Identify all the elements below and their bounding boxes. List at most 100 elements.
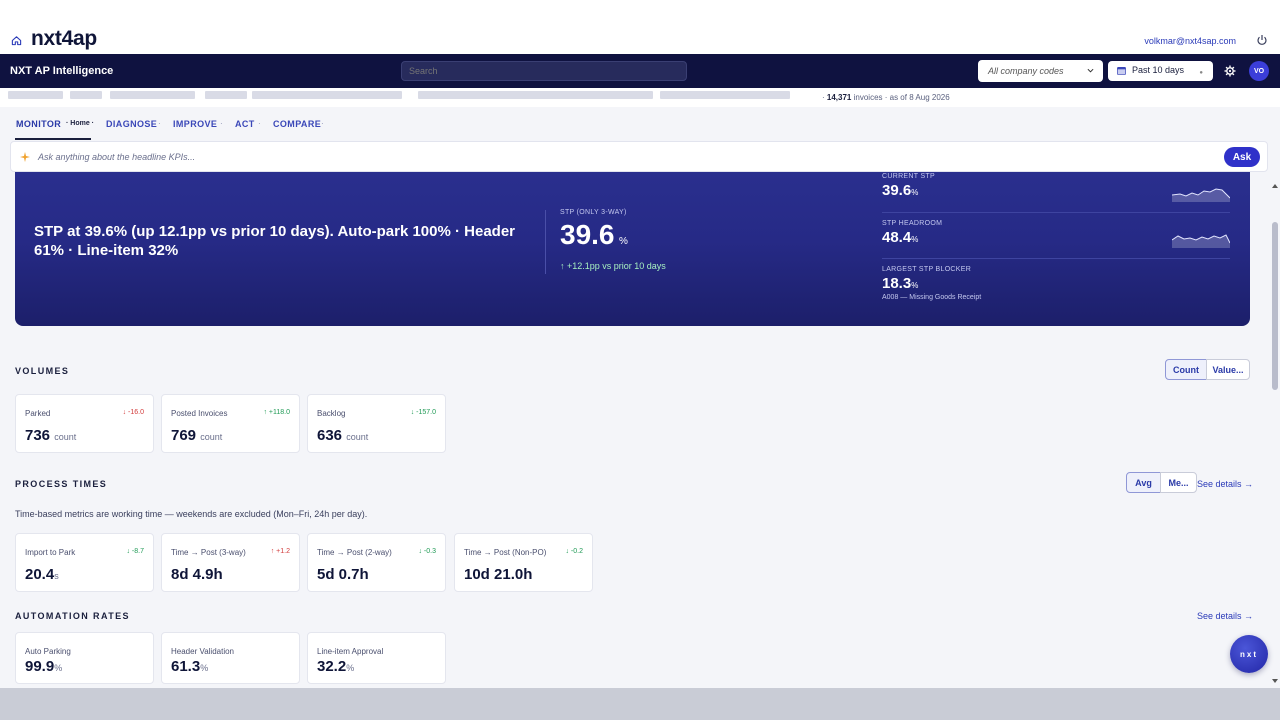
- kpi-label: Time → Post (3-way): [171, 548, 246, 557]
- kpi-card-backlog[interactable]: Backlog ↓ -157.0 636 count: [307, 394, 446, 453]
- kpi-number: 769: [171, 427, 197, 444]
- kpi-card-line-item-approval[interactable]: Line-item Approval 32.2%: [307, 632, 446, 684]
- kpi-label: Backlog: [317, 409, 346, 418]
- section-title-automation-rates: AUTOMATION RATES: [15, 611, 130, 621]
- home-icon[interactable]: [11, 35, 22, 46]
- search-input[interactable]: [401, 61, 687, 81]
- kpi-label: Line-item Approval: [317, 647, 384, 656]
- kpi-card-header-validation[interactable]: Header Validation 61.3%: [161, 632, 300, 684]
- scroll-down-arrow-icon[interactable]: [1271, 677, 1279, 685]
- redacted-block: [70, 91, 102, 99]
- kpi-label: Time → Post (2-way): [317, 548, 392, 557]
- kpi-card-posted-invoices[interactable]: Posted Invoices ↑ +118.0 769 count: [161, 394, 300, 453]
- kpi-card-time-to-post-3way[interactable]: Time → Post (3-way) ↑ +1.2 8d 4.9h: [161, 533, 300, 592]
- kpi-unit: count: [200, 432, 223, 442]
- tab-monitor[interactable]: MONITOR: [16, 119, 61, 129]
- current-stp-label: CURRENT STP: [882, 173, 935, 180]
- tab-act[interactable]: ACT: [235, 119, 255, 129]
- see-details-link-automation[interactable]: See details →: [1197, 611, 1253, 621]
- tab-monitor-sub-label: Home: [70, 120, 90, 127]
- largest-stp-blocker-code[interactable]: A008 — Missing Goods Receipt: [882, 294, 1230, 301]
- sparkle-icon: [20, 152, 30, 162]
- chevron-down-icon: [1087, 68, 1094, 73]
- brand-logo[interactable]: nxt4ap: [31, 27, 97, 51]
- toggle-median[interactable]: Me...: [1160, 472, 1197, 493]
- kpi-unit: %: [54, 663, 63, 673]
- divider: [882, 212, 1230, 213]
- tab-separator: ·: [321, 119, 324, 128]
- current-stp-number: 39.6: [882, 182, 912, 199]
- kpi-label: Time → Post (Non-PO): [464, 548, 547, 557]
- redacted-block: [110, 91, 195, 99]
- kpi-card-auto-parking[interactable]: Auto Parking 99.9%: [15, 632, 154, 684]
- app-title: NXT AP Intelligence: [10, 65, 114, 77]
- kpi-label: Auto Parking: [25, 647, 71, 656]
- kpi-card-parked[interactable]: Parked ↓ -16.0 736 count: [15, 394, 154, 453]
- headline-kpi-panel: STP at 39.6% (up 12.1pp vs prior 10 days…: [15, 172, 1250, 326]
- divider: [545, 210, 546, 274]
- tab-improve[interactable]: IMPROVE: [173, 119, 217, 129]
- scrollbar-thumb[interactable]: [1272, 222, 1278, 390]
- kpi-number: 99.9: [25, 658, 55, 675]
- current-stp-sparkline: [1172, 188, 1230, 202]
- kpi-delta: ↓ -16.0: [122, 409, 144, 416]
- ask-button[interactable]: Ask: [1224, 147, 1260, 167]
- kpi-value: 769 count: [171, 427, 222, 444]
- hero-headline: STP at 39.6% (up 12.1pp vs prior 10 days…: [34, 223, 516, 259]
- avatar[interactable]: VO: [1249, 61, 1269, 81]
- kpi-value: 32.2%: [317, 658, 354, 675]
- kpi-label: Posted Invoices: [171, 409, 228, 418]
- kpi-label: Header Validation: [171, 647, 235, 656]
- period-value: Past 10 days: [1132, 65, 1185, 75]
- toggle-avg[interactable]: Avg: [1126, 472, 1161, 493]
- assistant-fab-button[interactable]: nxt: [1230, 635, 1268, 673]
- kpi-card-time-to-post-2way[interactable]: Time → Post (2-way) ↓ -0.3 5d 0.7h: [307, 533, 446, 592]
- top-navbar: NXT AP Intelligence All company codes Pa…: [0, 54, 1280, 88]
- stp-headroom-unit: %: [911, 235, 919, 244]
- section-title-volumes: VOLUMES: [15, 366, 70, 376]
- toggle-count[interactable]: Count: [1165, 359, 1207, 380]
- redacted-block: [205, 91, 247, 99]
- info-strip: · 14,371 invoices · as of 8 Aug 2026: [0, 88, 1280, 107]
- ask-input[interactable]: Ask anything about the headline KPIs...: [38, 152, 195, 162]
- kpi-delta: ↓ -0.2: [565, 548, 583, 555]
- section-title-process-times: PROCESS TIMES: [15, 479, 108, 489]
- kpi-delta: ↓ -0.3: [418, 548, 436, 555]
- tab-monitor-sub: · Home ·: [66, 120, 95, 127]
- largest-stp-blocker-label: LARGEST STP BLOCKER: [882, 266, 972, 273]
- company-code-select[interactable]: All company codes: [978, 60, 1103, 82]
- toggle-value[interactable]: Value...: [1206, 359, 1250, 380]
- kpi-value: 5d 0.7h: [317, 566, 369, 583]
- kpi-number: 20.4: [25, 566, 55, 583]
- redacted-block: [418, 91, 653, 99]
- kpi-card-import-to-park[interactable]: Import to Park ↓ -8.7 20.4s: [15, 533, 154, 592]
- active-tab-indicator: [15, 138, 91, 140]
- kpi-value: 736 count: [25, 427, 76, 444]
- tab-compare[interactable]: COMPARE: [273, 119, 321, 129]
- largest-stp-blocker-number: 18.3: [882, 275, 912, 292]
- tab-separator: ·: [158, 119, 161, 128]
- dropdown-dot-icon: ●: [1199, 70, 1203, 76]
- kpi-value: 61.3%: [171, 658, 208, 675]
- invoice-count-note: · 14,371 invoices · as of 8 Aug 2026: [822, 93, 950, 102]
- kpi-value: 10d 21.0h: [464, 566, 533, 583]
- power-icon[interactable]: [1256, 34, 1268, 46]
- period-select[interactable]: Past 10 days ●: [1108, 61, 1213, 81]
- kpi-delta: ↓ -8.7: [126, 548, 144, 555]
- kpi-unit: s: [54, 571, 59, 581]
- gear-icon[interactable]: [1224, 65, 1236, 77]
- see-details-link-process[interactable]: See details →: [1197, 479, 1253, 489]
- kpi-card-time-to-post-non-po[interactable]: Time → Post (Non-PO) ↓ -0.2 10d 21.0h: [454, 533, 593, 592]
- tab-diagnose[interactable]: DIAGNOSE: [106, 119, 157, 129]
- kpi-delta: ↑ +1.2: [270, 548, 290, 555]
- kpi-value: 636 count: [317, 427, 368, 444]
- invoice-suffix: invoices · as of 8 Aug 2026: [853, 93, 950, 102]
- kpi-delta: ↑ +118.0: [263, 409, 290, 416]
- bottom-bar: [0, 688, 1280, 720]
- stp-headroom-label: STP HEADROOM: [882, 220, 943, 227]
- invoice-count: 14,371: [826, 93, 852, 102]
- user-email[interactable]: volkmar@nxt4sap.com: [1144, 36, 1236, 46]
- scroll-up-arrow-icon[interactable]: [1271, 182, 1279, 190]
- kpi-unit: %: [346, 663, 355, 673]
- largest-stp-blocker-metric: LARGEST STP BLOCKER 18.3% A008 — Missing…: [882, 266, 1230, 301]
